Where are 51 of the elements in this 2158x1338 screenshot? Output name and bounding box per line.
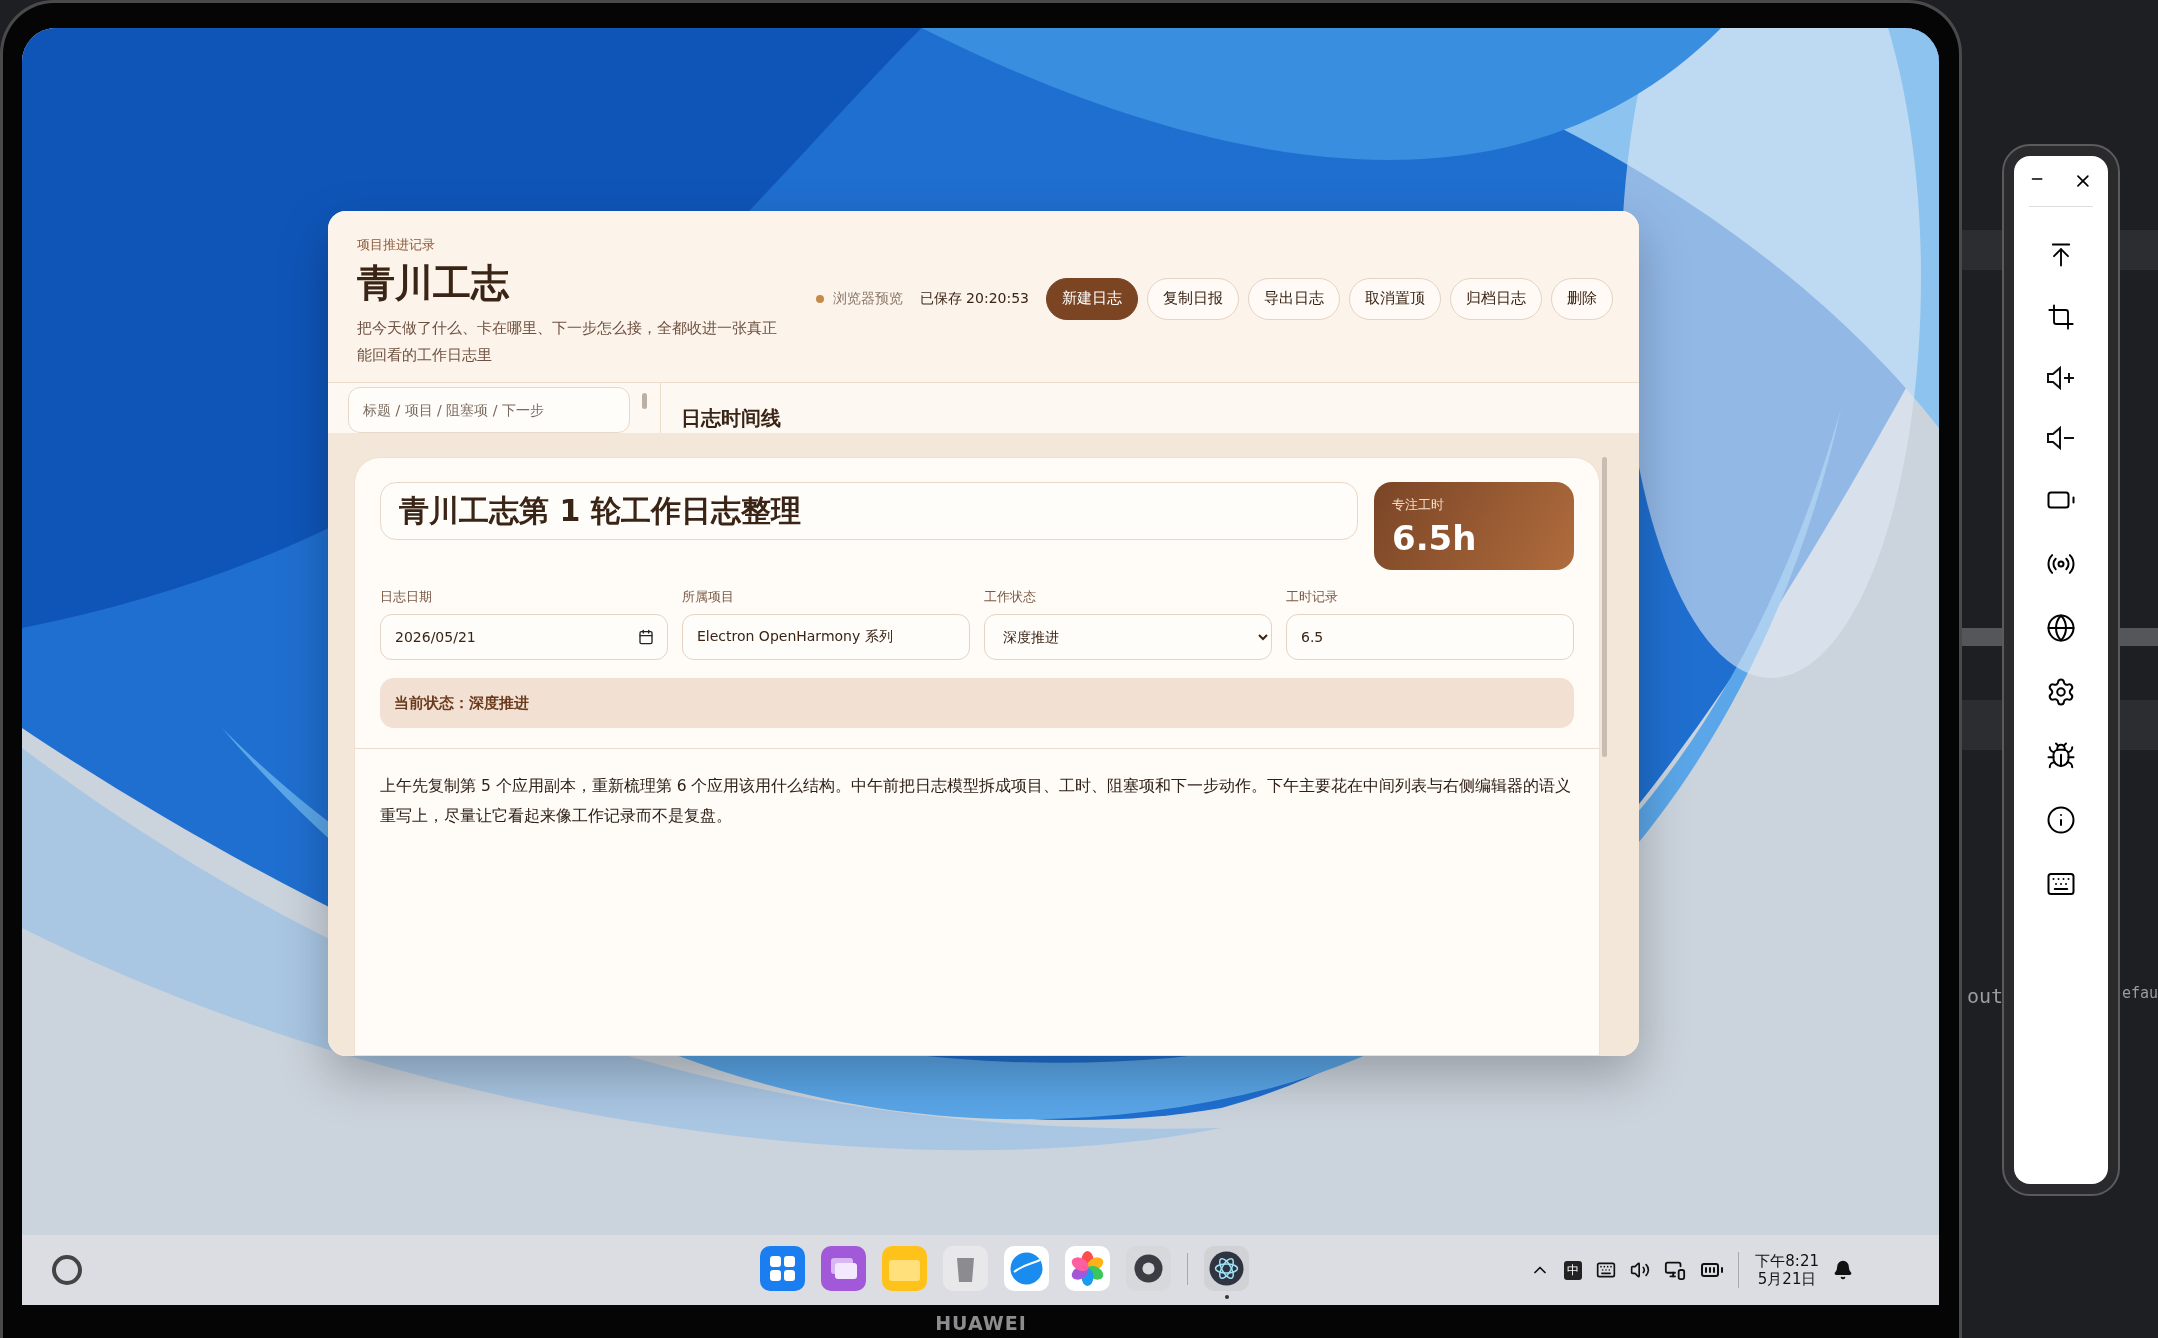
clock-time: 下午8:21: [1755, 1252, 1819, 1270]
toolbar-button[interactable]: 新建日志: [1046, 277, 1138, 320]
circle-icon[interactable]: [50, 1253, 84, 1287]
bell-icon[interactable]: [1833, 1260, 1853, 1280]
title-field[interactable]: 青川工志第 1 轮工作日志整理: [380, 482, 1358, 540]
eyebrow-label: 项目推进记录: [357, 236, 436, 254]
crop-icon[interactable]: [2047, 303, 2075, 331]
volume-up-icon[interactable]: [2046, 365, 2076, 391]
hours-label: 专注工时: [1392, 496, 1445, 514]
status-label: 浏览器预览: [832, 289, 903, 308]
flower-icon[interactable]: [1065, 1246, 1110, 1291]
log-body: 上午先复制第 5 个应用副本，重新梳理第 6 个应用该用什么结构。中午前把日志模型拆成项目、工时、阻塞项和下一步动作。下午主要花在中间列表与右侧编辑器的语义重写上，尽量让它看起来像工作记录而不是复盘。: [379, 776, 1573, 827]
toolbar-button[interactable]: 取消置顶: [1349, 277, 1441, 320]
status-banner: 当前状态：深度推进: [380, 678, 1574, 728]
app-title: 青川工志: [357, 260, 510, 307]
input-method[interactable]: 中: [1564, 1260, 1583, 1280]
brand-label: HUAWEI: [935, 1312, 1027, 1334]
code-text: efau: [2122, 984, 2158, 1002]
bug-icon[interactable]: [2046, 741, 2076, 771]
code-text: out: [1967, 984, 2004, 1008]
toolbar-button[interactable]: 导出日志: [1248, 277, 1340, 320]
keyboard-icon[interactable]: [1596, 1260, 1617, 1280]
field-label: 工时记录: [1286, 588, 1339, 606]
toolbar-button[interactable]: 复制日报: [1147, 277, 1239, 320]
display-icon[interactable]: [1664, 1259, 1687, 1281]
toolbar-button[interactable]: 归档日志: [1450, 277, 1542, 320]
volume-down-icon[interactable]: [2046, 425, 2076, 451]
trash-icon[interactable]: [943, 1246, 988, 1291]
app-subtitle: 把今天做了什么、卡在哪里、下一步怎么接，全都收进一张真正能回看的工作日志里: [357, 318, 777, 366]
hours-field[interactable]: 6.5: [1286, 614, 1574, 660]
section-title: 日志时间线: [681, 405, 781, 432]
field-label: 所属项目: [682, 588, 735, 606]
scrollbar-thumb[interactable]: [642, 393, 647, 409]
windows-icon[interactable]: [821, 1246, 866, 1291]
toolbar-button[interactable]: 删除: [1551, 277, 1613, 320]
clock-date: 5月21日: [1757, 1270, 1817, 1288]
status-select[interactable]: 深度推进: [984, 614, 1272, 660]
globe-icon[interactable]: [2046, 613, 2076, 643]
volume-icon[interactable]: [1630, 1260, 1651, 1280]
search-field[interactable]: 标题 / 项目 / 阻塞项 / 下一步: [348, 387, 630, 433]
saved-time: 已保存 20:20:53: [919, 289, 1029, 308]
app-grid-icon[interactable]: [760, 1246, 805, 1291]
project-field[interactable]: Electron OpenHarmony 系列: [682, 614, 970, 660]
field-label: 工作状态: [984, 588, 1037, 606]
calendar-icon[interactable]: [638, 629, 654, 645]
date-field[interactable]: 2026/05/21: [380, 614, 668, 660]
hours-value: 6.5h: [1392, 518, 1478, 558]
scrollbar-thumb[interactable]: [1602, 457, 1607, 757]
settings-icon[interactable]: [2046, 677, 2076, 707]
info-icon[interactable]: [2046, 805, 2076, 835]
field-label: 日志日期: [380, 588, 433, 606]
